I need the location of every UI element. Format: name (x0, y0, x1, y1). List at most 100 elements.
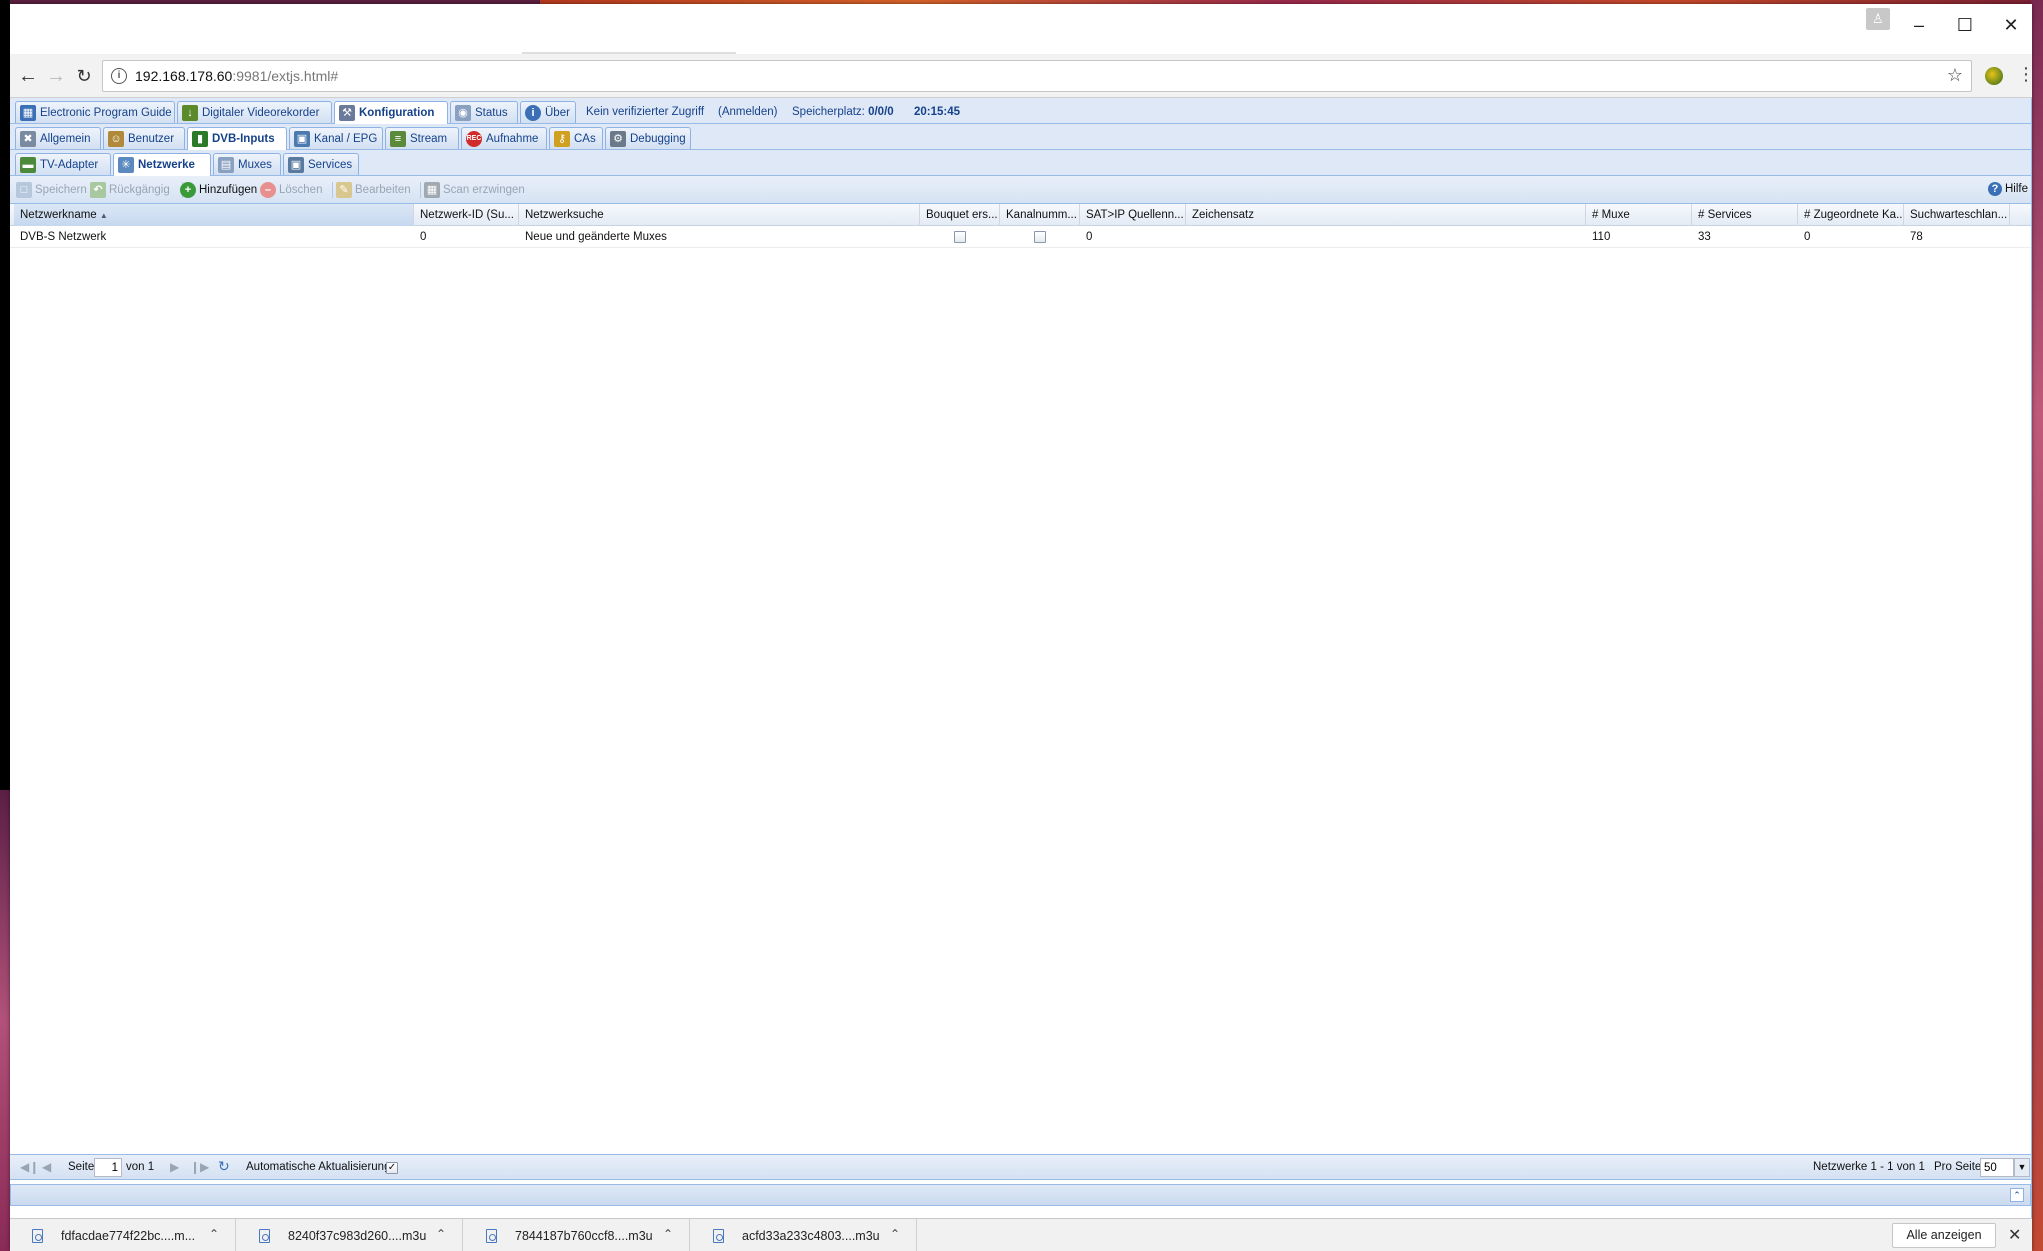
minimize-icon[interactable]: – (1896, 10, 1942, 40)
edit-button[interactable]: ✎ Bearbeiten (336, 182, 411, 198)
column-assigned-channels[interactable]: # Zugeordnete Ka... (1798, 204, 1904, 226)
force-scan-button[interactable]: ▦ Scan erzwingen (424, 182, 525, 198)
column-scan-queue[interactable]: Suchwarteschlan... (1904, 204, 2010, 226)
card-icon: ▮ (192, 131, 208, 147)
column-label: Netzwerkname (20, 209, 97, 221)
chevron-up-icon[interactable]: ⌃ (663, 1227, 673, 1241)
edit-icon: ✎ (336, 182, 352, 198)
tab-general[interactable]: ✖ Allgemein (15, 127, 101, 149)
tvheadend-app: ▦ Electronic Program Guide ↓ Digitaler Vid… (10, 98, 2032, 1218)
reload-icon[interactable]: ↻ (70, 62, 98, 90)
page-input[interactable] (94, 1158, 122, 1177)
address-bar: ← → ↻ i 192.168.178.60:9981/extjs.html# … (10, 54, 2035, 98)
url-host: 192.168.178.60 (135, 68, 233, 84)
back-icon[interactable]: ← (14, 62, 42, 90)
bug-icon: ⚙ (610, 130, 626, 147)
tab-networks[interactable]: ✳ Netzwerke (113, 153, 211, 176)
close-downloads-icon[interactable]: ✕ (2008, 1225, 2021, 1245)
url-input[interactable]: i 192.168.178.60:9981/extjs.html# ☆ (102, 60, 1972, 92)
tab-recording[interactable]: REC Aufnahme (461, 127, 547, 149)
eye-icon: ◉ (455, 104, 471, 121)
tab-stream[interactable]: ≡ Stream (385, 127, 459, 149)
tab-about[interactable]: i Über (520, 101, 576, 123)
help-icon: ? (1988, 182, 2002, 196)
auto-refresh-label: Automatische Aktualisierung (246, 1161, 391, 1173)
column-network-id[interactable]: Netzwerk-ID (Su... (414, 204, 519, 226)
add-button[interactable]: + Hinzufügen (180, 182, 257, 198)
tab-label: Stream (410, 132, 448, 145)
save-button[interactable]: □ Speichern (16, 182, 87, 198)
tab-users[interactable]: ☺ Benutzer (103, 127, 185, 149)
chevron-up-icon[interactable]: ⌃ (436, 1227, 446, 1241)
channel-numbers-checkbox[interactable] (1034, 231, 1046, 243)
column-services[interactable]: # Services (1692, 204, 1798, 226)
column-satip-source[interactable]: SAT>IP Quellenn... (1080, 204, 1186, 226)
site-info-icon[interactable]: i (111, 68, 127, 84)
column-label: Suchwarteschlan... (1910, 209, 2008, 221)
forward-icon[interactable]: → (42, 62, 70, 90)
column-channel-numbers[interactable]: Kanalnumm... (1000, 204, 1080, 226)
storage-value: 0/0/0 (868, 106, 894, 118)
extension-icon[interactable] (1985, 67, 2003, 85)
chevron-down-icon[interactable]: ▼ (2014, 1158, 2030, 1177)
per-page-select[interactable] (1980, 1158, 2014, 1177)
cell-services: 33 (1698, 231, 1711, 243)
tab-dvr[interactable]: ↓ Digitaler Videorekorder (177, 101, 332, 123)
tab-label: Benutzer (128, 132, 175, 145)
page-label: Seite (68, 1161, 95, 1173)
download-filename: 8240f37c983d260....m3u (288, 1228, 427, 1243)
column-charset[interactable]: Zeichensatz (1186, 204, 1586, 226)
grid-toolbar: □ Speichern ↶ Rückgängig + Hinzufügen – Lösc… (10, 176, 2031, 204)
browser-menu-icon[interactable]: ⋮ (2017, 64, 2035, 85)
column-bouquet[interactable]: Bouquet ers... (920, 204, 1000, 226)
tab-debugging[interactable]: ⚙ Debugging (605, 127, 691, 149)
bouquet-checkbox[interactable] (954, 231, 966, 243)
chevron-up-icon[interactable]: ⌃ (209, 1227, 219, 1241)
delete-button[interactable]: – Löschen (260, 182, 322, 198)
tab-channel-epg[interactable]: ▣ Kanal / EPG (289, 127, 383, 149)
show-all-downloads-button[interactable]: Alle anzeigen (1892, 1223, 1996, 1248)
tab-tv-adapter[interactable]: ▬ TV-Adapter (15, 153, 111, 175)
expand-panel-icon[interactable]: ⌃ (2010, 1188, 2024, 1202)
tab-status[interactable]: ◉ Status (450, 101, 518, 123)
column-network-name[interactable]: Netzwerkname ▲ (14, 204, 414, 226)
tab-epg[interactable]: ▦ Electronic Program Guide (15, 101, 175, 123)
adapter-icon: ▬ (20, 156, 36, 173)
profile-icon[interactable]: ♙ (1866, 8, 1890, 30)
tab-label: Status (475, 106, 508, 119)
tab-muxes[interactable]: ▤ Muxes (213, 153, 281, 175)
tab-label: Netzwerke (138, 159, 195, 171)
undo-button[interactable]: ↶ Rückgängig (90, 182, 170, 198)
table-row[interactable]: DVB-S Netzwerk 0 Neue und geänderte Muxe… (10, 226, 2031, 248)
cell-network-id: 0 (420, 231, 427, 243)
bookmark-star-icon[interactable]: ☆ (1947, 65, 1963, 86)
tab-cas[interactable]: ⚷ CAs (549, 127, 603, 149)
delete-label: Löschen (279, 184, 323, 196)
download-item[interactable]: 7844187b760ccf8....m3u ⌃ (464, 1219, 690, 1251)
close-window-icon[interactable]: ✕ (1988, 10, 2034, 40)
last-page-icon[interactable]: ❙▶ (190, 1160, 209, 1174)
prev-page-icon[interactable]: ◀ (42, 1160, 51, 1174)
column-label: # Zugeordnete Ka... (1804, 209, 1904, 221)
cell-network-name: DVB-S Netzwerk (20, 231, 107, 243)
first-page-icon[interactable]: ◀❙ (20, 1160, 39, 1174)
column-label: Netzwerksuche (525, 209, 604, 221)
tab-dvb-inputs[interactable]: ▮ DVB-Inputs (187, 127, 287, 150)
login-link[interactable]: (Anmelden) (718, 106, 777, 118)
next-page-icon[interactable]: ▶ (170, 1160, 179, 1174)
column-network-search[interactable]: Netzwerksuche (519, 204, 920, 226)
chevron-up-icon[interactable]: ⌃ (890, 1227, 900, 1241)
help-label: Hilfe (2005, 183, 2029, 195)
download-item[interactable]: 8240f37c983d260....m3u ⌃ (237, 1219, 463, 1251)
tab-services[interactable]: ▣ Services (283, 153, 359, 175)
column-label: Zeichensatz (1192, 209, 1255, 221)
column-muxes[interactable]: # Muxe (1586, 204, 1692, 226)
refresh-icon[interactable]: ↻ (218, 1158, 230, 1175)
force-scan-label: Scan erzwingen (443, 184, 525, 196)
maximize-icon[interactable]: ☐ (1942, 10, 1988, 40)
download-item[interactable]: acfd33a233c4803....m3u ⌃ (691, 1219, 917, 1251)
download-item[interactable]: fdfacdae774f22bc....m... ⌃ (10, 1219, 236, 1251)
tab-configuration[interactable]: ⚒ Konfiguration (334, 101, 448, 124)
auto-refresh-checkbox[interactable]: ✓ (386, 1162, 398, 1174)
help-button[interactable]: ? Hilfe (1988, 182, 2028, 196)
